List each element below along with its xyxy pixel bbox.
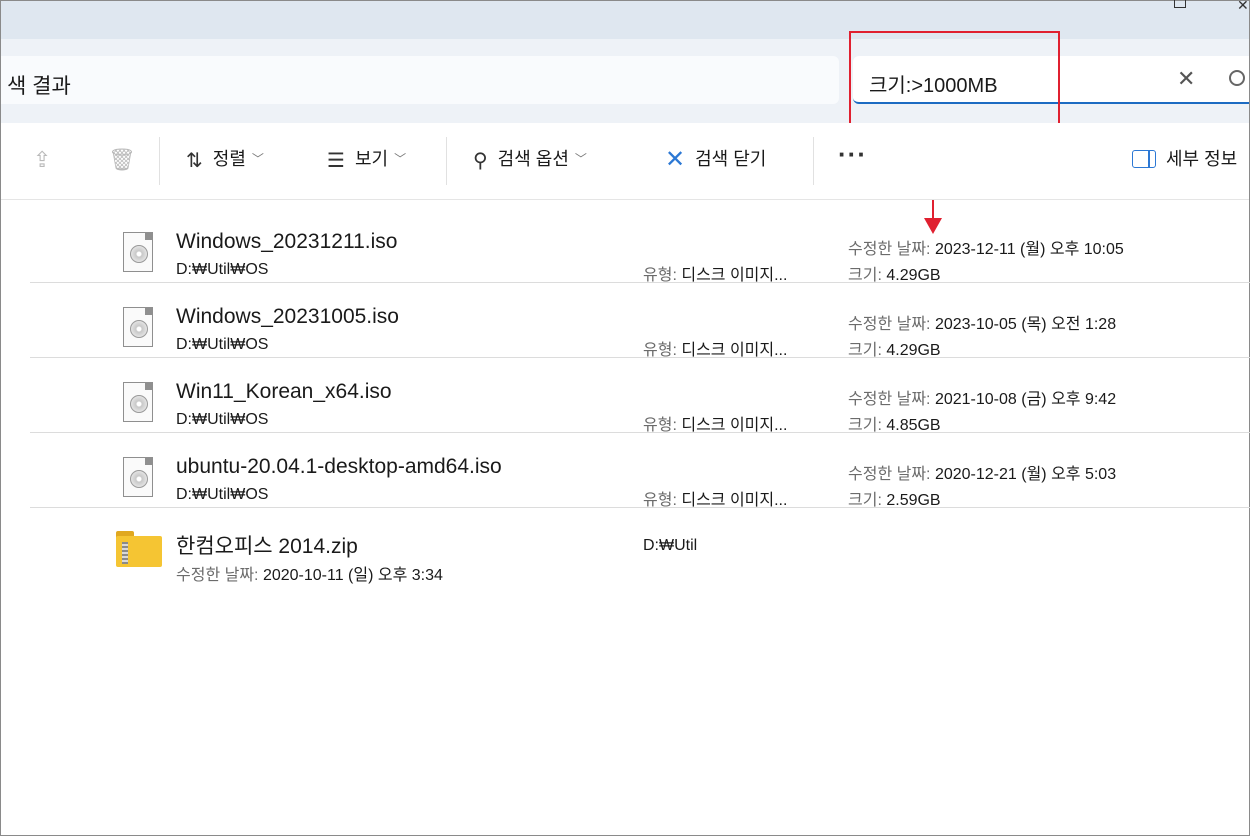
view-list-icon: ☰ bbox=[327, 150, 345, 172]
list-item[interactable]: 한컴오피스 2014.zip 수정한 날짜: 2020-10-11 (일) 오후… bbox=[30, 509, 1250, 584]
toolbar-divider bbox=[446, 137, 447, 185]
file-name: ubuntu-20.04.1-desktop-amd64.iso bbox=[176, 455, 502, 478]
search-options-label: 검색 옵션 bbox=[497, 149, 569, 169]
delete-icon[interactable]: 🗑 bbox=[108, 147, 136, 173]
file-path: D:₩Util₩OS bbox=[176, 261, 269, 278]
chevron-down-icon: ﹀ bbox=[574, 152, 587, 166]
row-divider bbox=[30, 357, 1250, 358]
row-divider bbox=[30, 507, 1250, 508]
chevron-down-icon: ﹀ bbox=[394, 152, 407, 166]
clear-search-icon[interactable]: ✕ bbox=[1177, 66, 1195, 92]
chevron-down-icon: ﹀ bbox=[251, 152, 264, 166]
view-label: 보기 bbox=[354, 149, 389, 169]
row-divider bbox=[30, 432, 1250, 433]
address-row: 색 결과 크기:>1000MB ✕ bbox=[1, 39, 1249, 123]
list-item[interactable]: ubuntu-20.04.1-desktop-amd64.iso D:₩Util… bbox=[30, 434, 1250, 509]
file-path: D:₩Util₩OS bbox=[176, 486, 269, 503]
file-name: 한컴오피스 2014.zip bbox=[176, 535, 358, 558]
address-bar[interactable]: 색 결과 bbox=[1, 56, 839, 104]
list-item[interactable]: Windows_20231211.iso D:₩Util₩OS 유형: 디스크 … bbox=[30, 209, 1250, 284]
sort-label: 정렬 bbox=[212, 149, 246, 169]
share-icon[interactable]: ⇪ bbox=[33, 147, 51, 173]
list-item[interactable]: Windows_20231005.iso D:₩Util₩OS 유형: 디스크 … bbox=[30, 284, 1250, 359]
close-search-button[interactable]: ✕ 검색 닫기 bbox=[665, 145, 766, 174]
file-modified: 수정한 날짜: 2020-10-11 (일) 오후 3:34 bbox=[176, 567, 443, 584]
disc-image-file-icon bbox=[123, 307, 153, 347]
file-modified: 수정한 날짜: 2023-10-05 (목) 오전 1:28 bbox=[848, 316, 1117, 333]
file-name: Windows_20231211.iso bbox=[176, 230, 398, 253]
sort-button[interactable]: ⇅ 정렬 ﹀ bbox=[186, 145, 264, 173]
command-bar: ⇪ 🗑 ⇅ 정렬 ﹀ ☰ 보기 ﹀ ⚲ 검색 옵션 ﹀ ✕ 검색 닫기 ··· 세부 정보 bbox=[1, 123, 1249, 200]
details-pane-icon bbox=[1132, 150, 1156, 168]
details-label: 세부 정보 bbox=[1166, 149, 1238, 169]
close-window-button[interactable]: ✕ bbox=[1237, 0, 1249, 14]
search-icon[interactable] bbox=[1229, 70, 1245, 86]
file-modified: 수정한 날짜: 2021-10-08 (금) 오후 9:42 bbox=[848, 391, 1117, 408]
sort-icon: ⇅ bbox=[186, 150, 203, 172]
file-name: Win11_Korean_x64.iso bbox=[176, 380, 392, 403]
file-location: D:₩Util bbox=[643, 537, 698, 554]
title-bar: ✕ bbox=[1, 0, 1249, 39]
close-search-label: 검색 닫기 bbox=[695, 149, 767, 169]
annotation-highlight-box bbox=[849, 31, 1060, 125]
view-button[interactable]: ☰ 보기 ﹀ bbox=[327, 145, 406, 173]
file-name: Windows_20231005.iso bbox=[176, 305, 399, 328]
address-text: 색 결과 bbox=[7, 75, 71, 98]
file-modified: 수정한 날짜: 2020-12-21 (월) 오후 5:03 bbox=[848, 466, 1117, 483]
toolbar-divider bbox=[159, 137, 160, 185]
more-options-button[interactable]: ··· bbox=[838, 139, 867, 170]
list-item[interactable]: Win11_Korean_x64.iso D:₩Util₩OS 유형: 디스크 … bbox=[30, 359, 1250, 434]
search-options-button[interactable]: ⚲ 검색 옵션 ﹀ bbox=[473, 145, 587, 173]
row-divider bbox=[30, 282, 1250, 283]
toolbar-divider bbox=[813, 137, 814, 185]
maximize-button[interactable] bbox=[1174, 0, 1186, 8]
disc-image-file-icon bbox=[123, 382, 153, 422]
zip-folder-icon bbox=[116, 531, 162, 567]
disc-image-file-icon bbox=[123, 232, 153, 272]
search-options-icon: ⚲ bbox=[473, 150, 488, 172]
file-modified: 수정한 날짜: 2023-12-11 (월) 오후 10:05 bbox=[848, 241, 1124, 258]
file-path: D:₩Util₩OS bbox=[176, 336, 269, 353]
details-pane-button[interactable]: 세부 정보 bbox=[1132, 145, 1237, 171]
close-icon: ✕ bbox=[665, 146, 686, 173]
disc-image-file-icon bbox=[123, 457, 153, 497]
file-path: D:₩Util₩OS bbox=[176, 411, 269, 428]
